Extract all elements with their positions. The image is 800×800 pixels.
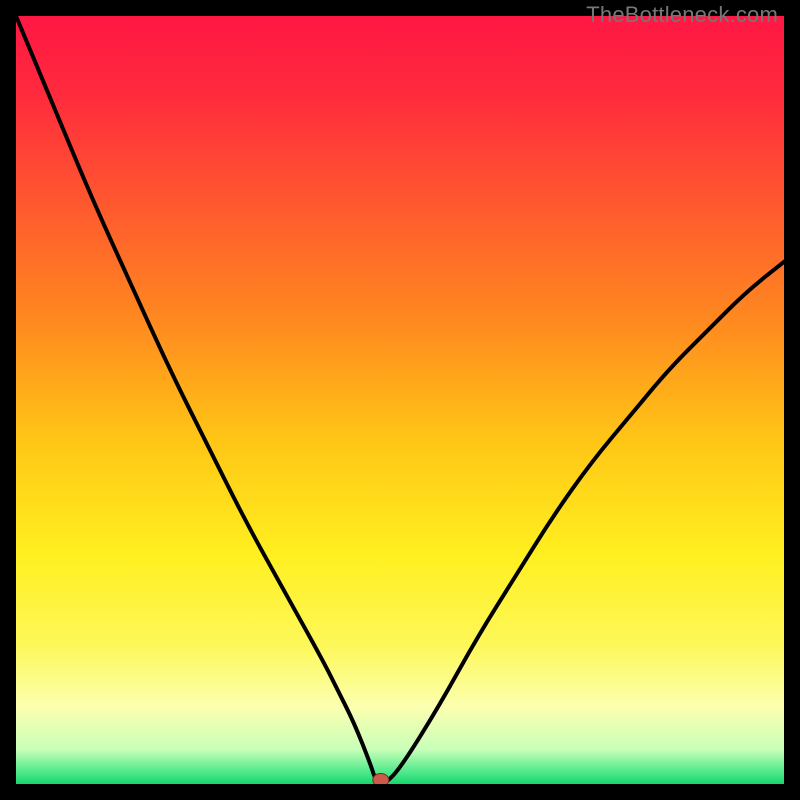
watermark-text: TheBottleneck.com [586, 2, 778, 28]
bottleneck-chart [16, 16, 784, 784]
optimal-point-marker [373, 774, 389, 785]
chart-frame [16, 16, 784, 784]
gradient-background [16, 16, 784, 784]
